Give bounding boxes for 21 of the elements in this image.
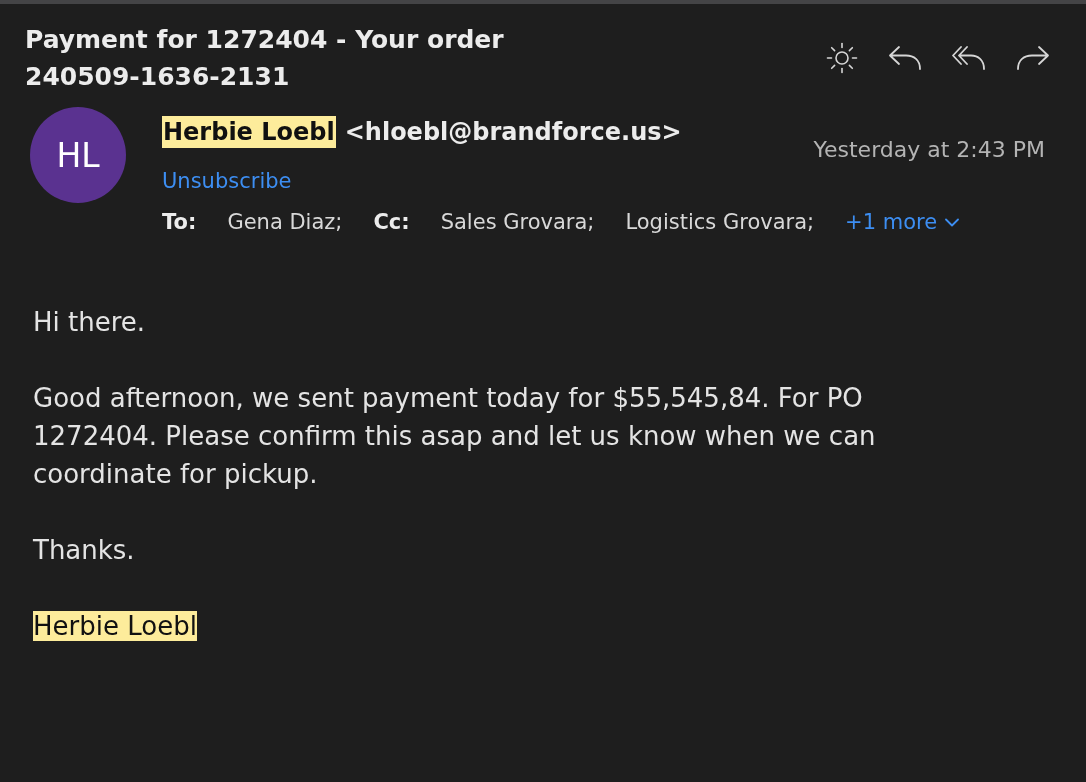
- sender-avatar: HL: [30, 107, 126, 203]
- sender-name: Herbie Loebl: [162, 116, 336, 148]
- recipient-name: Sales Grovara;: [440, 210, 595, 234]
- forward-icon[interactable]: [1016, 44, 1050, 72]
- body-paragraph: Thanks.: [33, 535, 135, 565]
- reply-icon[interactable]: [888, 44, 922, 72]
- recipient-name: Gena Diaz;: [227, 210, 343, 234]
- more-recipients-link[interactable]: +1 more: [845, 210, 960, 234]
- sender-address: <hloebl@brandforce.us>: [344, 118, 682, 146]
- chevron-down-icon: [945, 217, 960, 227]
- body-paragraph: Hi there.: [33, 307, 146, 337]
- email-subject: Payment for 1272404 - Your order 240509-1636-2131: [25, 24, 505, 93]
- unsubscribe-link[interactable]: Unsubscribe: [162, 169, 292, 193]
- cc-label: Cc:: [373, 210, 410, 234]
- recipient-name: Logistics Grovara;: [625, 210, 815, 234]
- message-date: Yesterday at 2:43 PM: [813, 137, 1045, 162]
- highlighted-signature: Herbie Loebl: [33, 611, 197, 641]
- body-paragraph: Good afternoon, we sent payment today for $55,545,84. For PO 1272404. Please confirm this asap and let us know when we can coordinate for pickup.: [33, 383, 876, 489]
- to-label: To:: [162, 210, 197, 234]
- brightness-icon[interactable]: [826, 42, 858, 74]
- reply-all-icon[interactable]: [952, 44, 986, 72]
